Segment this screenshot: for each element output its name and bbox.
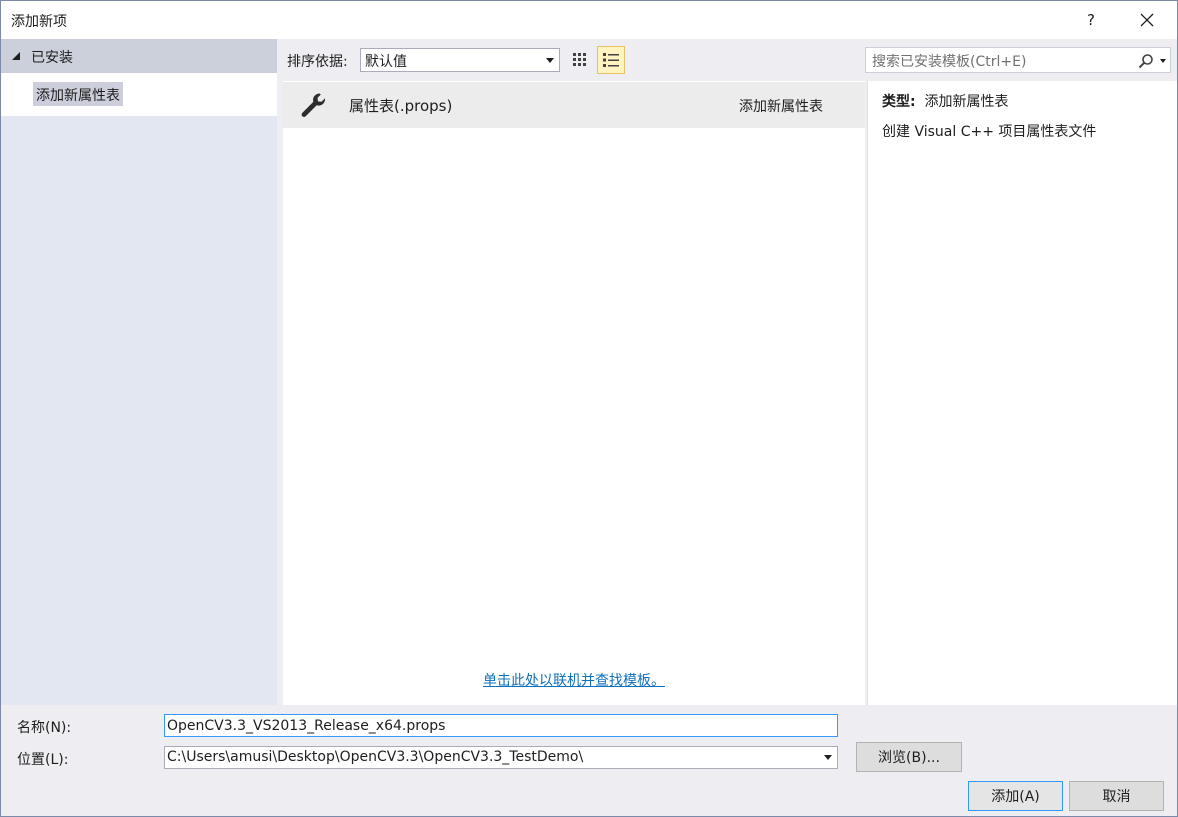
title-bar: 添加新项 ? <box>1 1 1177 39</box>
expand-arrow-icon[interactable] <box>11 51 21 61</box>
location-label: 位置(L): <box>17 752 69 768</box>
find-templates-online-link[interactable]: 单击此处以联机并查找模板。 <box>283 670 865 690</box>
category-tree: 已安装 添加新属性表 <box>1 39 277 706</box>
details-type-value: 添加新属性表 <box>924 94 1009 110</box>
grid-view-button[interactable] <box>566 46 594 74</box>
browse-button[interactable]: 浏览(B)... <box>856 742 962 772</box>
search-icon[interactable] <box>1138 53 1154 69</box>
search-placeholder: 搜索已安装模板(Ctrl+E) <box>872 54 1027 70</box>
template-item-props[interactable]: 属性表(.props) 添加新属性表 <box>283 82 865 128</box>
tree-children: 添加新属性表 <box>1 73 277 116</box>
help-button[interactable]: ? <box>1073 1 1109 39</box>
location-value: C:\Users\amusi\Desktop\OpenCV3.3\OpenCV3… <box>167 749 584 765</box>
chevron-down-icon <box>824 755 832 760</box>
sort-toolbar: 排序依据: 默认值 <box>277 39 867 81</box>
template-name: 属性表(.props) <box>349 97 453 115</box>
close-button[interactable] <box>1127 1 1167 39</box>
add-button[interactable]: 添加(A) <box>968 781 1063 811</box>
close-icon <box>1140 13 1154 27</box>
template-list: 属性表(.props) 添加新属性表 单击此处以联机并查找模板。 <box>283 81 865 705</box>
sort-dropdown[interactable]: 默认值 <box>360 48 560 72</box>
details-description: 创建 Visual C++ 项目属性表文件 <box>882 124 1097 140</box>
search-options-chevron-icon[interactable] <box>1160 59 1166 63</box>
details-type-row: 类型: 添加新属性表 <box>882 91 1009 111</box>
wrench-icon <box>301 93 326 118</box>
cancel-button[interactable]: 取消 <box>1069 781 1164 811</box>
search-input[interactable]: 搜索已安装模板(Ctrl+E) <box>865 47 1171 73</box>
bottom-form: 名称(N): 位置(L): C:\Users\amusi\Desktop\Ope… <box>1 705 1177 816</box>
name-field[interactable] <box>164 714 838 737</box>
add-new-item-dialog: 添加新项 ? 已安装 添加新属性表 排序依据: 默认值 搜索已安装模板(Ctrl… <box>0 0 1178 817</box>
tree-item-add-property-sheet[interactable]: 添加新属性表 <box>33 82 123 106</box>
grid-view-icon <box>573 53 586 66</box>
details-type-key: 类型: <box>882 94 916 110</box>
chevron-down-icon <box>546 58 554 63</box>
sort-value: 默认值 <box>365 54 407 70</box>
location-dropdown[interactable]: C:\Users\amusi\Desktop\OpenCV3.3\OpenCV3… <box>164 746 838 769</box>
list-view-icon <box>603 53 619 67</box>
dialog-title: 添加新项 <box>11 14 67 30</box>
template-details: 类型: 添加新属性表 创建 Visual C++ 项目属性表文件 <box>867 81 1177 705</box>
list-view-button[interactable] <box>597 46 625 74</box>
name-label: 名称(N): <box>17 720 72 736</box>
template-type: 添加新属性表 <box>739 99 823 115</box>
tree-node-installed[interactable]: 已安装 <box>1 39 277 73</box>
sort-label: 排序依据: <box>287 54 348 70</box>
tree-node-label: 已安装 <box>31 50 73 66</box>
